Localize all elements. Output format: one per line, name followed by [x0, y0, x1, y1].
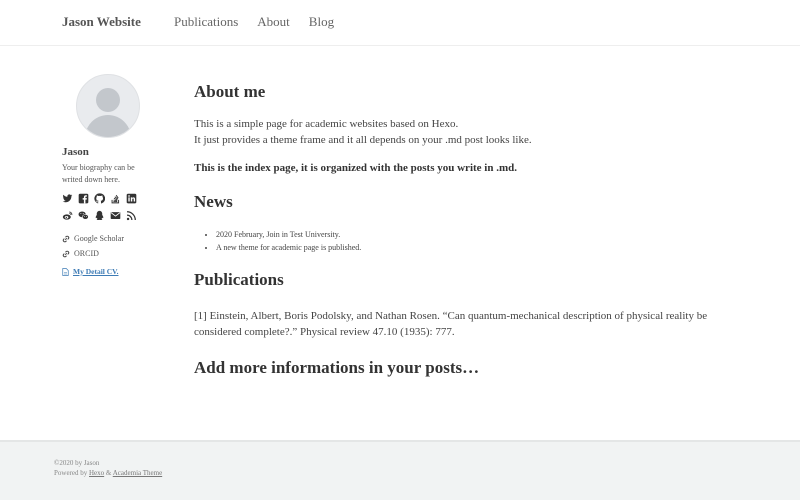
about-line-2: It just provides a theme frame and it al…	[194, 134, 532, 146]
news-item: 2020 February, Join in Test University.	[216, 228, 754, 241]
orcid-link[interactable]: ORCID	[62, 246, 172, 261]
cv-row: My Detail CV.	[62, 267, 172, 276]
rss-icon[interactable]	[126, 210, 142, 221]
copyright-text: ©2020 by Jason	[54, 459, 100, 467]
profile-sidebar: Jason Your biography can be writed down …	[62, 74, 172, 276]
link-icon	[62, 250, 70, 257]
news-heading: News	[194, 192, 233, 211]
index-note: This is the index page, it is organized …	[194, 162, 517, 174]
about-heading: About me	[194, 82, 266, 101]
google-scholar-link[interactable]: Google Scholar	[62, 231, 172, 246]
site-title-link[interactable]: Jason Website	[62, 14, 141, 30]
avatar	[76, 74, 140, 138]
nav-blog[interactable]: Blog	[309, 14, 334, 30]
orcid-label: ORCID	[74, 249, 99, 258]
cv-link[interactable]: My Detail CV.	[73, 267, 118, 276]
social-links	[62, 193, 172, 221]
author-bio: Your biography can be writed down here.	[62, 163, 135, 184]
stackoverflow-icon[interactable]	[110, 193, 126, 204]
powered-by-label: Powered by	[54, 469, 88, 477]
file-pdf-icon	[62, 267, 69, 276]
twitter-icon[interactable]	[62, 193, 78, 204]
email-icon[interactable]	[110, 210, 126, 221]
page-footer: ©2020 by Jason Powered by Hexo & Academi…	[0, 440, 800, 500]
publication-entry: [1] Einstein, Albert, Boris Podolsky, an…	[194, 310, 708, 338]
academia-theme-link[interactable]: Academia Theme	[113, 469, 162, 477]
weibo-icon[interactable]	[62, 210, 78, 221]
top-navbar: Jason Website Publications About Blog	[0, 0, 800, 46]
footer-text: ©2020 by Jason Powered by Hexo & Academi…	[54, 458, 162, 478]
wechat-icon[interactable]	[78, 210, 94, 221]
more-info-heading: Add more informations in your posts…	[194, 358, 480, 377]
qq-icon[interactable]	[94, 210, 110, 221]
publications-heading: Publications	[194, 270, 284, 289]
about-line-1: This is a simple page for academic websi…	[194, 118, 459, 130]
facebook-icon[interactable]	[78, 193, 94, 204]
github-icon[interactable]	[94, 193, 110, 204]
about-paragraph: This is a simple page for academic websi…	[194, 116, 754, 148]
author-name: Jason	[62, 146, 89, 158]
ampersand: &	[105, 469, 112, 477]
news-list: 2020 February, Join in Test University. …	[194, 228, 754, 254]
powered-by-line: Powered by Hexo & Academia Theme	[54, 468, 162, 478]
linkedin-icon[interactable]	[126, 193, 142, 204]
google-scholar-label: Google Scholar	[74, 234, 124, 243]
nav-about[interactable]: About	[257, 14, 290, 30]
link-icon	[62, 235, 70, 242]
news-item: A new theme for academic page is publish…	[216, 241, 754, 254]
nav-publications[interactable]: Publications	[174, 14, 238, 30]
main-nav: Publications About Blog	[174, 14, 334, 30]
main-content: About me This is a simple page for acade…	[194, 78, 754, 378]
hexo-link[interactable]: Hexo	[89, 469, 104, 477]
profile-links: Google Scholar ORCID	[62, 231, 172, 261]
